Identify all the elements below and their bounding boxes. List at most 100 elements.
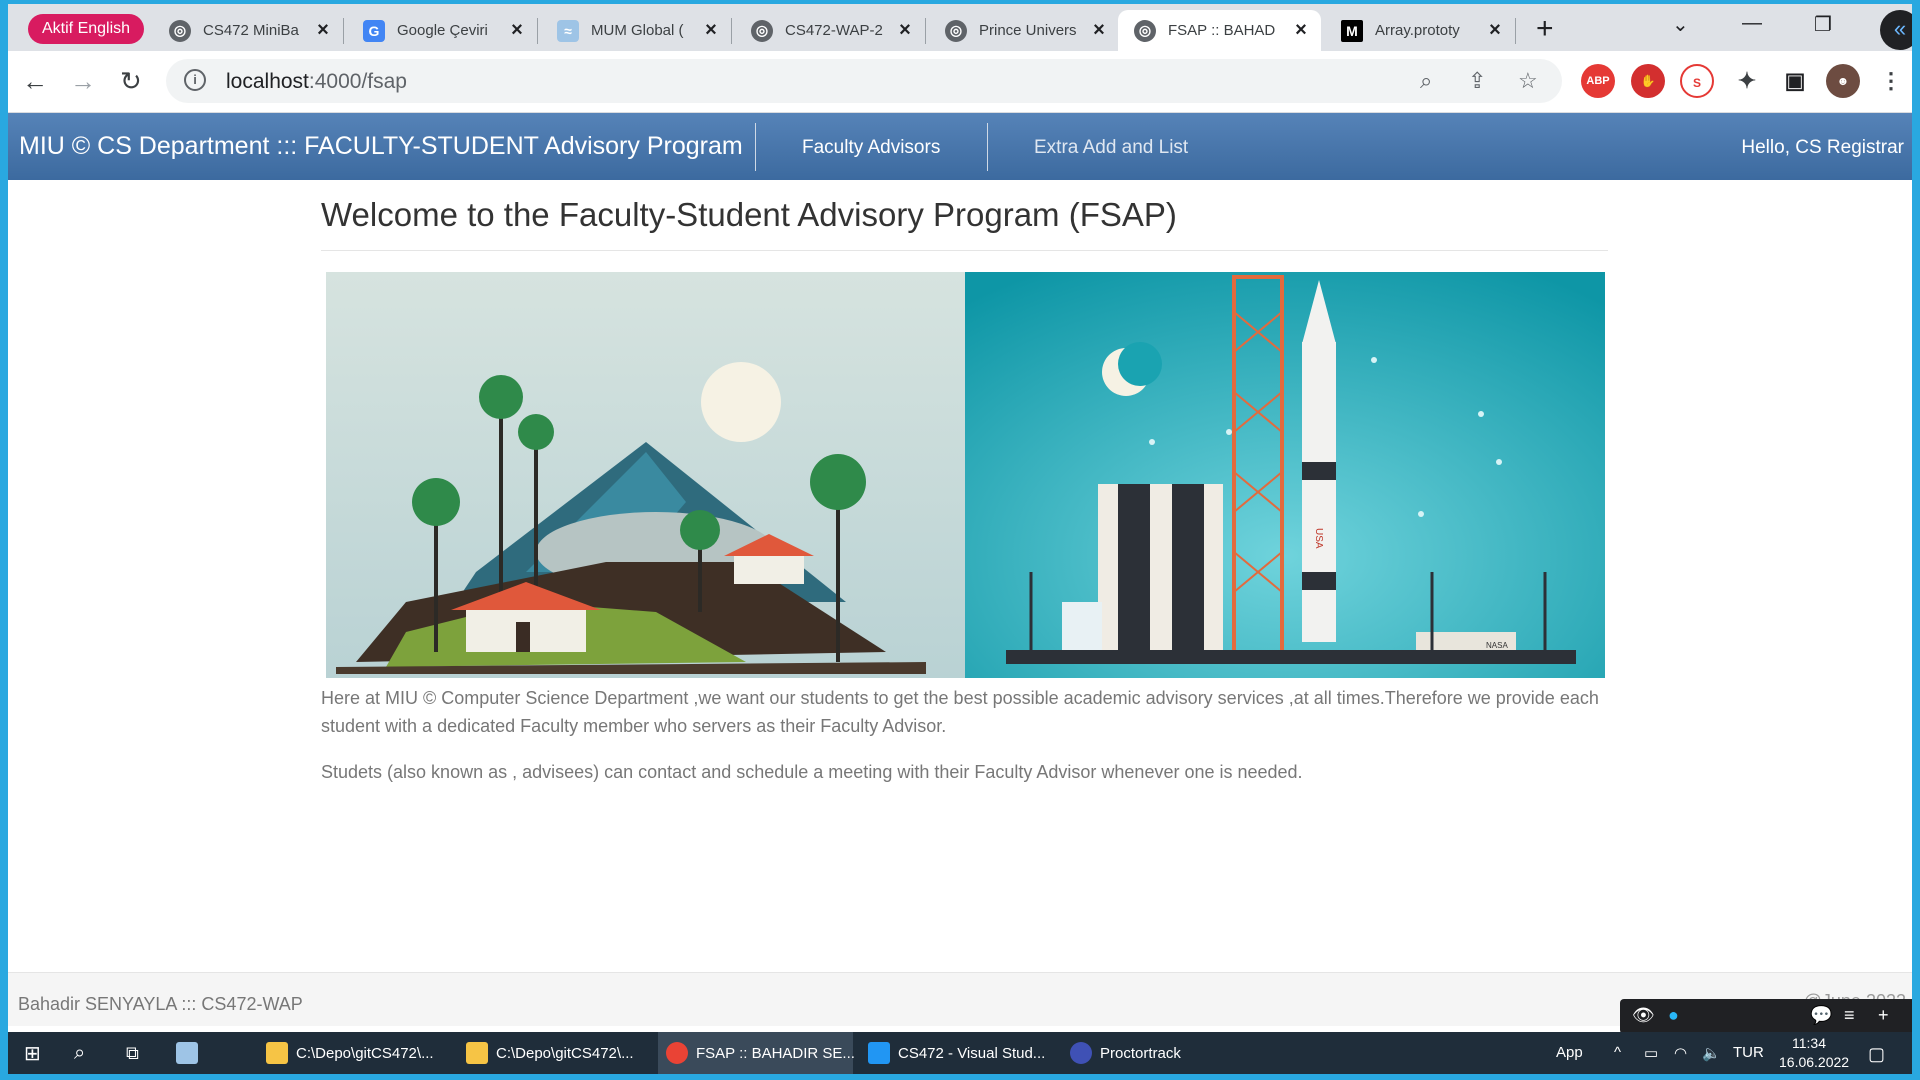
- tray-chevron-icon[interactable]: ^: [1614, 1044, 1621, 1061]
- launch-pad: [1006, 650, 1576, 664]
- pinned-app-icon[interactable]: [168, 1032, 214, 1074]
- app-icon: [176, 1042, 198, 1064]
- tab-title: Google Çeviri: [397, 22, 488, 39]
- globe-icon: ◎: [1134, 19, 1156, 42]
- bookmark-star-icon[interactable]: ☆: [1518, 68, 1538, 94]
- taskbar-label: Proctortrack: [1100, 1044, 1181, 1062]
- share-icon[interactable]: ⇪: [1468, 68, 1486, 94]
- tab-fsap[interactable]: ◎ FSAP :: BAHAD ×: [1118, 10, 1321, 51]
- status-dot-icon: ●: [1668, 1005, 1679, 1025]
- taskbar-explorer-2[interactable]: C:\Depo\gitCS472\...: [458, 1032, 653, 1074]
- proctortrack-overlay: 👁 ● 💬 ≡ +: [1620, 999, 1912, 1034]
- proctortrack-icon: [1070, 1042, 1092, 1064]
- chrome-icon: [666, 1042, 688, 1064]
- sidebar-toggle-icon[interactable]: «: [1880, 10, 1912, 50]
- language-indicator[interactable]: TUR: [1733, 1044, 1764, 1061]
- list-icon[interactable]: ≡: [1844, 1005, 1855, 1026]
- close-icon[interactable]: ×: [1291, 19, 1311, 42]
- sun-icon: [701, 362, 781, 442]
- reader-mode-icon[interactable]: ▣: [1778, 64, 1812, 98]
- tab-strip: Aktif English ◎ CS472 MiniBa × G Google …: [8, 4, 1912, 51]
- mdn-icon: M: [1341, 19, 1363, 42]
- tab-title: Array.prototy: [1375, 22, 1460, 39]
- search-icon[interactable]: ⌕: [66, 1032, 93, 1074]
- nav-faculty-advisors[interactable]: Faculty Advisors: [802, 137, 940, 159]
- taskbar-label: C:\Depo\gitCS472\...: [496, 1044, 634, 1062]
- app-navbar: MIU © CS Department ::: FACULTY-STUDENT …: [8, 113, 1912, 180]
- close-icon[interactable]: ×: [895, 19, 915, 42]
- tab-cs472-wap[interactable]: ◎ CS472-WAP-2 ×: [735, 10, 926, 51]
- tab-title: FSAP :: BAHAD: [1168, 22, 1276, 39]
- vscode-icon: [868, 1042, 890, 1064]
- folder-icon: [266, 1042, 288, 1064]
- nav-divider: [987, 123, 988, 171]
- intro-paragraph: Here at MIU © Computer Science Departmen…: [321, 688, 1599, 736]
- taskbar-explorer-1[interactable]: C:\Depo\gitCS472\...: [258, 1032, 453, 1074]
- restore-icon[interactable]: ❐: [1814, 12, 1832, 37]
- globe-icon: ◎: [169, 19, 191, 42]
- add-icon[interactable]: +: [1878, 1005, 1889, 1026]
- close-icon[interactable]: ×: [1485, 19, 1505, 42]
- notification-icon[interactable]: ▢: [1868, 1044, 1885, 1065]
- clock-time[interactable]: 11:34: [1792, 1035, 1826, 1051]
- new-tab-icon[interactable]: +: [1536, 14, 1554, 44]
- hero-illustration: USA NASA: [326, 272, 1605, 678]
- tab-title: Prince Univers: [979, 22, 1077, 39]
- windows-taskbar: ⊞ ⌕ ⧉ C:\Depo\gitCS472\... C:\Depo\gitCS…: [8, 1032, 1912, 1074]
- forward-icon[interactable]: →: [70, 67, 96, 95]
- reload-icon[interactable]: ↻: [120, 67, 142, 95]
- wifi-icon[interactable]: ◠: [1674, 1044, 1687, 1062]
- folder-icon: [466, 1042, 488, 1064]
- puzzle-icon[interactable]: ✦: [1730, 64, 1764, 98]
- taskbar-proctortrack[interactable]: Proctortrack: [1062, 1032, 1222, 1074]
- nasa-label: NASA: [1486, 641, 1508, 650]
- close-icon[interactable]: ×: [507, 19, 527, 42]
- tab-group-label[interactable]: Aktif English: [28, 14, 145, 44]
- info-icon[interactable]: i: [184, 69, 206, 91]
- taskbar-label: C:\Depo\gitCS472\...: [296, 1044, 434, 1062]
- adblock-plus-icon[interactable]: ABP: [1581, 64, 1615, 98]
- assembly-building: [1098, 484, 1223, 654]
- profile-avatar[interactable]: ☻: [1826, 64, 1860, 98]
- eye-icon[interactable]: 👁: [1632, 1005, 1655, 1026]
- tab-title: CS472-WAP-2: [785, 22, 883, 39]
- taskbar-label: FSAP :: BAHADIR SE...: [696, 1044, 855, 1062]
- browser-window: Aktif English ◎ CS472 MiniBa × G Google …: [8, 4, 1912, 1074]
- tab-title: CS472 MiniBa: [203, 22, 299, 39]
- task-view-icon[interactable]: ⧉: [118, 1032, 147, 1074]
- volume-icon[interactable]: 🔈: [1702, 1044, 1721, 1062]
- close-icon[interactable]: ×: [701, 19, 721, 42]
- tab-array-prototype[interactable]: M Array.prototy ×: [1325, 10, 1516, 51]
- menu-kebab-icon[interactable]: ⋮: [1874, 64, 1908, 98]
- stop-sign-icon[interactable]: ✋: [1631, 64, 1665, 98]
- page-title: Welcome to the Faculty-Student Advisory …: [321, 196, 1608, 251]
- globe-icon: ◎: [751, 19, 773, 42]
- taskbar-vscode[interactable]: CS472 - Visual Stud...: [860, 1032, 1055, 1074]
- back-icon[interactable]: ←: [22, 67, 48, 95]
- rocket-label: USA: [1313, 528, 1324, 549]
- nav-extra-add-list[interactable]: Extra Add and List: [1034, 137, 1188, 159]
- close-icon[interactable]: ×: [313, 19, 333, 42]
- battery-icon[interactable]: ▭: [1644, 1044, 1658, 1062]
- chat-icon[interactable]: 💬: [1810, 1005, 1832, 1026]
- rocket: [1302, 342, 1336, 642]
- tab-cs472-miniba[interactable]: ◎ CS472 MiniBa ×: [153, 10, 344, 51]
- circle-extension-icon[interactable]: S: [1680, 64, 1714, 98]
- url-text[interactable]: localhost:4000/fsap: [226, 70, 407, 94]
- user-greeting[interactable]: Hello, CS Registrar: [1741, 137, 1904, 159]
- close-icon[interactable]: ×: [1089, 19, 1109, 42]
- clock-date[interactable]: 16.06.2022: [1779, 1054, 1849, 1070]
- right-sky: [965, 272, 1605, 678]
- minimize-icon[interactable]: —: [1742, 12, 1762, 35]
- taskbar-chrome[interactable]: FSAP :: BAHADIR SE...: [658, 1032, 855, 1074]
- tray-app-label[interactable]: App: [1556, 1044, 1583, 1061]
- tab-mum-global[interactable]: ≈ MUM Global ( ×: [541, 10, 732, 51]
- zoom-icon[interactable]: ⌕: [1420, 68, 1432, 94]
- main-content: Welcome to the Faculty-Student Advisory …: [321, 180, 1608, 786]
- tab-search-chevron-icon[interactable]: ⌄: [1672, 12, 1689, 37]
- tab-prince-university[interactable]: ◎ Prince Univers ×: [929, 10, 1120, 51]
- tab-google-ceviri[interactable]: G Google Çeviri ×: [347, 10, 538, 51]
- start-windows-icon[interactable]: ⊞: [16, 1032, 49, 1074]
- brand-title[interactable]: MIU © CS Department ::: FACULTY-STUDENT …: [19, 132, 743, 161]
- address-bar[interactable]: i localhost:4000/fsap ⌕ ⇪ ☆: [166, 59, 1562, 103]
